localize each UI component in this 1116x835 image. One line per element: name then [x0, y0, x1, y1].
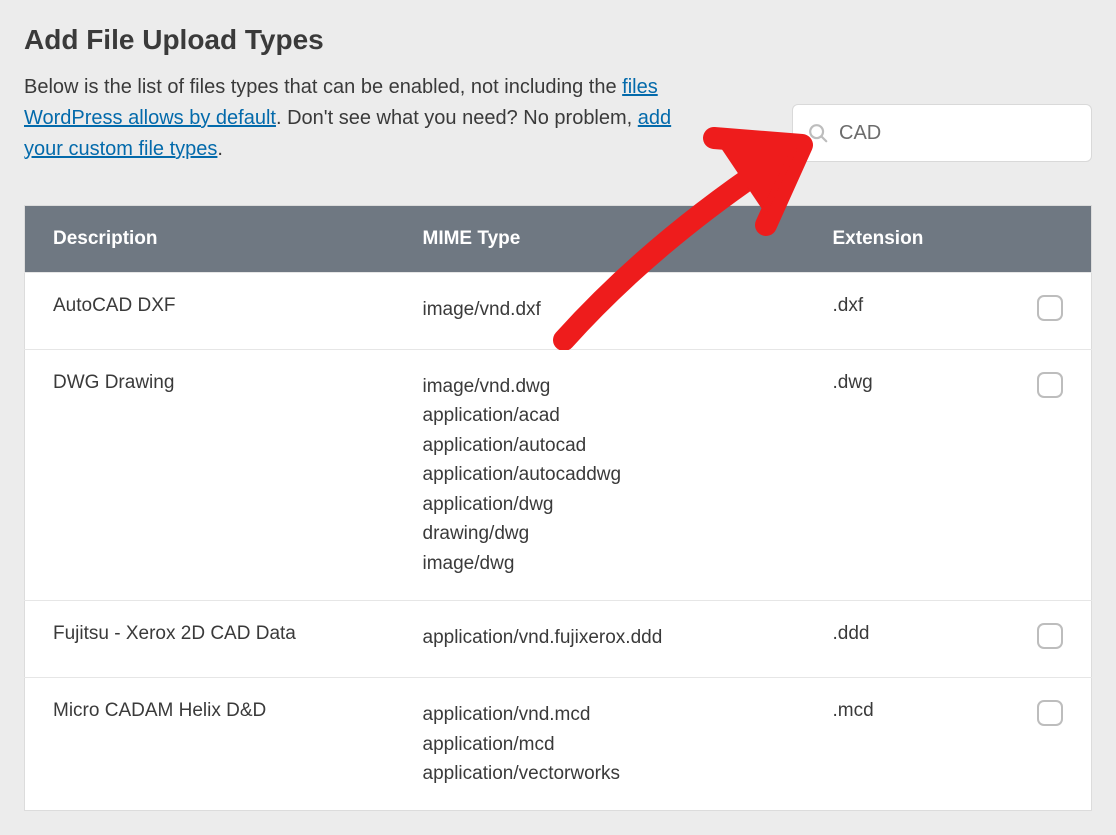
col-checkbox — [1009, 206, 1092, 273]
col-extension: Extension — [805, 206, 1010, 273]
intro-part-2: . Don't see what you need? No problem, — [276, 107, 638, 129]
enable-checkbox[interactable] — [1037, 623, 1063, 649]
enable-checkbox[interactable] — [1037, 700, 1063, 726]
intro-part-1: Below is the list of files types that ca… — [24, 76, 622, 98]
col-mime: MIME Type — [395, 206, 805, 273]
mime-value: image/vnd.dwg — [423, 372, 777, 401]
mime-value: image/dwg — [423, 549, 777, 578]
col-description: Description — [25, 206, 395, 273]
cell-description: DWG Drawing — [25, 350, 395, 601]
cell-checkbox — [1009, 350, 1092, 601]
mime-value: drawing/dwg — [423, 519, 777, 548]
enable-checkbox[interactable] — [1037, 372, 1063, 398]
file-types-table: Description MIME Type Extension AutoCAD … — [24, 205, 1092, 811]
table-row: AutoCAD DXF image/vnd.dxf .dxf — [25, 273, 1092, 350]
cell-description: AutoCAD DXF — [25, 273, 395, 350]
table-row: DWG Drawingimage/vnd.dwgapplication/acad… — [25, 350, 1092, 601]
cell-checkbox — [1009, 678, 1092, 811]
mime-value: application/vectorworks — [423, 759, 777, 788]
cell-extension: .dxf — [805, 273, 1010, 350]
mime-value: application/autocad — [423, 431, 777, 460]
cell-extension: .mcd — [805, 678, 1010, 811]
mime-value: application/vnd.mcd — [423, 700, 777, 729]
search-input[interactable] — [839, 122, 1077, 145]
mime-value: application/mcd — [423, 730, 777, 759]
page-title: Add File Upload Types — [24, 24, 1092, 56]
search-icon — [807, 122, 829, 144]
cell-checkbox — [1009, 601, 1092, 678]
cell-description: Fujitsu - Xerox 2D CAD Data — [25, 601, 395, 678]
cell-checkbox — [1009, 273, 1092, 350]
mime-value: application/dwg — [423, 490, 777, 519]
cell-extension: .dwg — [805, 350, 1010, 601]
cell-description: Micro CADAM Helix D&D — [25, 678, 395, 811]
table-row: Fujitsu - Xerox 2D CAD Data application/v… — [25, 601, 1092, 678]
cell-mime: image/vnd.dwgapplication/acadapplication… — [395, 350, 805, 601]
intro-part-3: . — [217, 138, 223, 160]
cell-mime: application/vnd.fujixerox.ddd — [395, 601, 805, 678]
mime-value: image/vnd.dxf — [423, 295, 777, 324]
search-box[interactable] — [792, 104, 1092, 162]
table-row: Micro CADAM Helix D&Dapplication/vnd.mcd… — [25, 678, 1092, 811]
cell-mime: image/vnd.dxf — [395, 273, 805, 350]
mime-value: application/autocaddwg — [423, 460, 777, 489]
intro-text: Below is the list of files types that ca… — [24, 72, 712, 165]
enable-checkbox[interactable] — [1037, 295, 1063, 321]
cell-extension: .ddd — [805, 601, 1010, 678]
mime-value: application/vnd.fujixerox.ddd — [423, 623, 777, 652]
mime-value: application/acad — [423, 401, 777, 430]
cell-mime: application/vnd.mcdapplication/mcdapplic… — [395, 678, 805, 811]
